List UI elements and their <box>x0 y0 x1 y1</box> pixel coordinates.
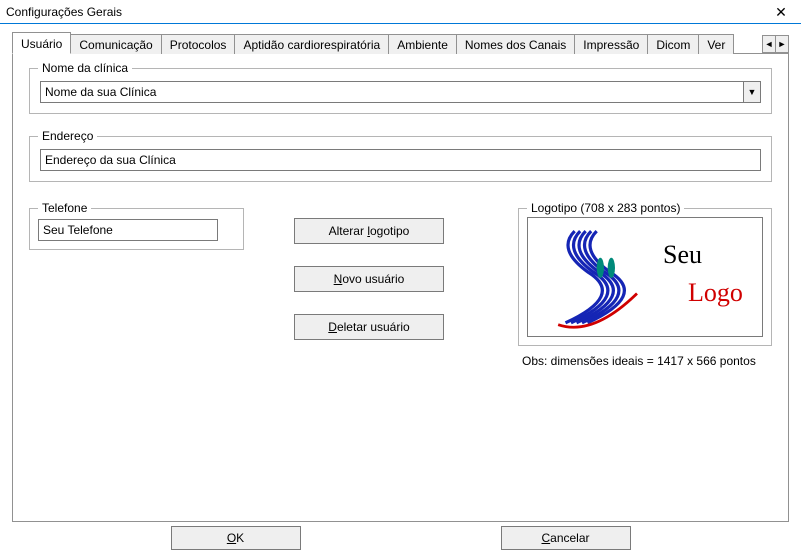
tab-nomes-canais[interactable]: Nomes dos Canais <box>456 34 575 54</box>
tab-ver[interactable]: Ver <box>698 34 734 54</box>
tab-usuario[interactable]: Usuário <box>12 32 71 54</box>
tab-label: Nomes dos Canais <box>465 38 566 52</box>
button-label: OK <box>227 527 244 549</box>
group-legend: Logotipo (708 x 283 pontos) <box>527 201 684 215</box>
button-label: Novo usuário <box>334 268 405 290</box>
button-label: Alterar logotipo <box>329 220 410 242</box>
button-label: Cancelar <box>541 527 589 549</box>
tab-ambiente[interactable]: Ambiente <box>388 34 457 54</box>
group-legend: Telefone <box>38 201 91 215</box>
button-label: Deletar usuário <box>328 316 409 338</box>
logo-preview: Seu Logo <box>527 217 763 337</box>
logo-text-top: Seu <box>663 240 702 270</box>
logo-dimensions-note: Obs: dimensões ideais = 1417 x 566 ponto… <box>518 354 772 368</box>
chevron-left-icon: ◄ <box>765 39 774 49</box>
tab-label: Usuário <box>21 37 62 51</box>
tab-scroll: ◄ ► <box>763 35 789 53</box>
tab-label: Ver <box>707 38 725 52</box>
tab-protocolos[interactable]: Protocolos <box>161 34 236 54</box>
close-icon: ✕ <box>775 4 787 21</box>
tab-label: Ambiente <box>397 38 448 52</box>
group-phone: Telefone <box>29 208 244 250</box>
dialog-buttons: OK Cancelar <box>0 526 801 550</box>
ok-button[interactable]: OK <box>171 526 301 550</box>
tab-dicom[interactable]: Dicom <box>647 34 699 54</box>
delete-user-button[interactable]: Deletar usuário <box>294 314 444 340</box>
new-user-button[interactable]: Novo usuário <box>294 266 444 292</box>
tab-scroll-left[interactable]: ◄ <box>762 35 776 53</box>
phone-input[interactable] <box>38 219 218 241</box>
logo-text-bottom: Logo <box>688 278 743 308</box>
chevron-right-icon: ► <box>778 39 787 49</box>
clinic-name-input[interactable] <box>40 81 743 103</box>
group-logo: Logotipo (708 x 283 pontos) <box>518 208 772 346</box>
tab-comunicacao[interactable]: Comunicação <box>70 34 161 54</box>
clinic-name-combo[interactable]: ▼ <box>40 81 761 103</box>
tab-label: Comunicação <box>79 38 152 52</box>
logo-graphic-icon <box>538 222 648 332</box>
title-bar: Configurações Gerais ✕ <box>0 0 801 24</box>
address-input[interactable] <box>40 149 761 171</box>
group-address: Endereço <box>29 136 772 182</box>
close-button[interactable]: ✕ <box>761 0 801 24</box>
change-logo-button[interactable]: Alterar logotipo <box>294 218 444 244</box>
clinic-name-dropdown-button[interactable]: ▼ <box>743 81 761 103</box>
tab-label: Dicom <box>656 38 690 52</box>
tab-label: Impressão <box>583 38 639 52</box>
chevron-down-icon: ▼ <box>748 87 757 97</box>
tab-content-usuario: Nome da clínica ▼ Endereço Telefone <box>12 54 789 522</box>
group-clinic-name: Nome da clínica ▼ <box>29 68 772 114</box>
group-legend: Nome da clínica <box>38 61 132 75</box>
group-legend: Endereço <box>38 129 97 143</box>
cancel-button[interactable]: Cancelar <box>501 526 631 550</box>
tab-scroll-right[interactable]: ► <box>775 35 789 53</box>
tab-label: Protocolos <box>170 38 227 52</box>
window-title: Configurações Gerais <box>6 5 122 19</box>
tab-aptidao[interactable]: Aptidão cardiorespiratória <box>234 34 389 54</box>
tab-strip: Usuário Comunicação Protocolos Aptidão c… <box>12 32 789 54</box>
tab-impressao[interactable]: Impressão <box>574 34 648 54</box>
tab-label: Aptidão cardiorespiratória <box>243 38 380 52</box>
